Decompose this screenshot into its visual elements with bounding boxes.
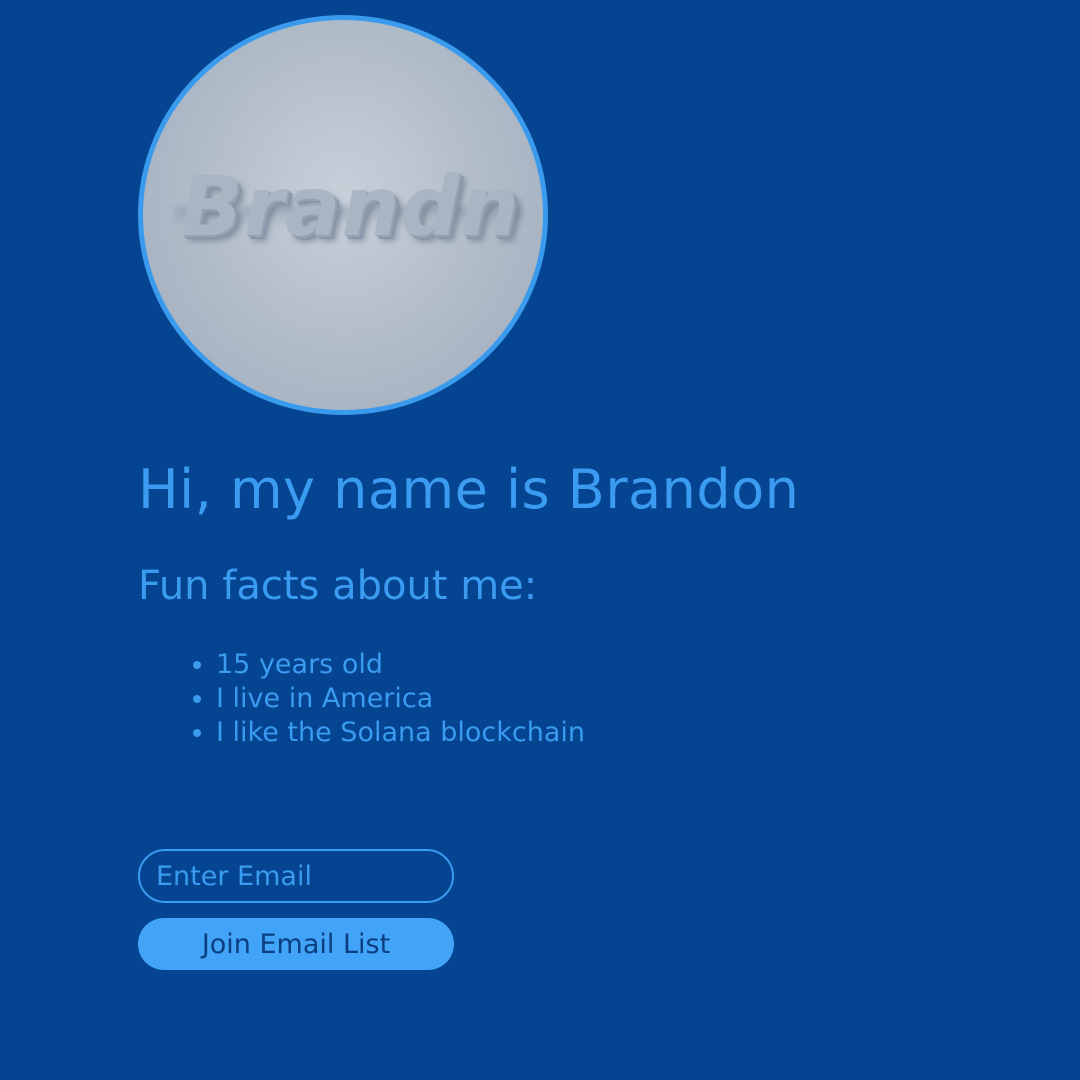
page-title: Hi, my name is Brandon bbox=[138, 458, 800, 521]
fun-facts-heading: Fun facts about me: bbox=[138, 563, 538, 609]
join-email-list-button[interactable]: Join Email List bbox=[138, 918, 454, 970]
list-item: I like the Solana blockchain bbox=[216, 716, 585, 750]
profile-image: Brandn bbox=[138, 15, 548, 415]
list-item: 15 years old bbox=[216, 648, 585, 682]
fun-facts-list: 15 years old I live in America I like th… bbox=[178, 648, 585, 750]
profile-logo-text: Brandn bbox=[180, 160, 520, 255]
list-item: I live in America bbox=[216, 682, 585, 716]
email-field[interactable] bbox=[138, 849, 454, 903]
